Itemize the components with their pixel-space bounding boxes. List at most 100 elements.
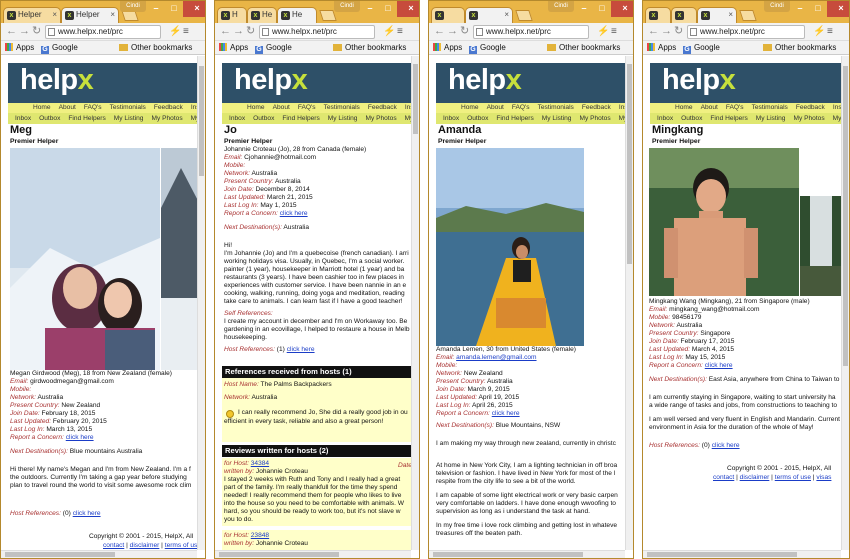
nav-inbox[interactable]: Inbox bbox=[443, 113, 459, 124]
nav-testimonials[interactable]: Testimonials bbox=[752, 103, 788, 113]
scrollbar-thumb[interactable] bbox=[413, 64, 418, 134]
nav-testimonials[interactable]: Testimonials bbox=[538, 103, 574, 113]
vertical-scrollbar[interactable] bbox=[411, 56, 419, 550]
user-badge[interactable]: Cindi bbox=[548, 1, 574, 12]
address-bar[interactable]: www.helpx.net/prc bbox=[687, 25, 805, 39]
close-window-icon[interactable]: × bbox=[611, 1, 633, 17]
nav-my-listing[interactable]: My Listing bbox=[542, 113, 572, 124]
nav-faqs[interactable]: FAQ's bbox=[512, 103, 530, 113]
user-badge[interactable]: Cindi bbox=[334, 1, 360, 12]
horizontal-scrollbar[interactable] bbox=[643, 550, 841, 558]
menu-icon[interactable]: ≡ bbox=[183, 26, 189, 38]
address-bar[interactable]: www.helpx.net/prc bbox=[473, 25, 589, 39]
helpx-logo[interactable]: helpx bbox=[662, 64, 736, 97]
browser-tab-active[interactable]: x × bbox=[697, 7, 737, 23]
back-icon[interactable]: ← bbox=[6, 25, 17, 38]
other-bookmarks[interactable]: Other bookmarks bbox=[333, 41, 406, 55]
apps-bookmark[interactable]: Apps bbox=[5, 41, 34, 55]
scrollbar-thumb[interactable] bbox=[199, 66, 204, 176]
nav-feedback[interactable]: Feedback bbox=[582, 103, 611, 113]
helpx-logo[interactable]: helpx bbox=[448, 64, 522, 97]
vertical-scrollbar[interactable] bbox=[841, 56, 849, 550]
extension-icon[interactable]: ⚡ bbox=[169, 26, 181, 38]
browser-tab[interactable]: x He bbox=[247, 7, 277, 23]
user-badge[interactable]: Cindi bbox=[764, 1, 790, 12]
horizontal-scrollbar[interactable] bbox=[215, 550, 411, 558]
browser-tab-active[interactable]: x × bbox=[465, 7, 513, 23]
nav-testimonials[interactable]: Testimonials bbox=[110, 103, 146, 113]
browser-tab[interactable]: x Helper × bbox=[3, 7, 61, 23]
browser-tab-active[interactable]: x Helper × bbox=[61, 7, 119, 23]
extension-icon[interactable]: ⚡ bbox=[383, 26, 395, 38]
profile-photo[interactable] bbox=[649, 148, 799, 296]
google-bookmark[interactable]: G Google bbox=[255, 41, 292, 55]
nav-inbox[interactable]: Inbox bbox=[15, 113, 31, 124]
new-tab-button[interactable] bbox=[319, 10, 337, 21]
reload-icon[interactable]: ↻ bbox=[32, 25, 41, 38]
scrollbar-thumb[interactable] bbox=[219, 552, 339, 557]
nav-home[interactable]: Home bbox=[461, 103, 479, 113]
nav-find-helpers[interactable]: Find Helpers bbox=[710, 113, 747, 124]
report-link[interactable]: click here bbox=[705, 362, 733, 369]
horizontal-scrollbar[interactable] bbox=[1, 550, 197, 558]
browser-tab[interactable]: x bbox=[431, 7, 465, 23]
nav-find-helpers[interactable]: Find Helpers bbox=[68, 113, 105, 124]
close-tab-icon[interactable]: × bbox=[110, 8, 115, 22]
minimize-icon[interactable]: – bbox=[361, 1, 379, 17]
scrollbar-thumb[interactable] bbox=[627, 64, 632, 264]
report-link[interactable]: click here bbox=[280, 210, 308, 217]
nav-my-listing[interactable]: My Listing bbox=[328, 113, 358, 124]
helpx-logo[interactable]: helpx bbox=[20, 64, 94, 97]
profile-photo[interactable] bbox=[436, 148, 584, 346]
apps-bookmark[interactable]: Apps bbox=[433, 41, 462, 55]
helpx-logo[interactable]: helpx bbox=[234, 64, 308, 97]
nav-about[interactable]: About bbox=[487, 103, 504, 113]
maximize-icon[interactable]: □ bbox=[165, 1, 183, 17]
back-icon[interactable]: ← bbox=[648, 25, 659, 38]
browser-tab[interactable]: xH bbox=[217, 7, 247, 23]
user-badge[interactable]: Cindi bbox=[120, 1, 146, 12]
nav-about[interactable]: About bbox=[701, 103, 718, 113]
nav-home[interactable]: Home bbox=[675, 103, 693, 113]
scrollbar-thumb[interactable] bbox=[433, 552, 583, 557]
back-icon[interactable]: ← bbox=[434, 25, 445, 38]
scrollbar-thumb[interactable] bbox=[647, 552, 797, 557]
scrollbar-thumb[interactable] bbox=[5, 552, 115, 557]
nav-faqs[interactable]: FAQ's bbox=[84, 103, 102, 113]
nav-my-photos[interactable]: My Photos bbox=[151, 113, 182, 124]
reload-icon[interactable]: ↻ bbox=[674, 25, 683, 38]
nav-outbox[interactable]: Outbox bbox=[253, 113, 274, 124]
extension-icon[interactable]: ⚡ bbox=[813, 26, 825, 38]
close-tab-icon[interactable]: × bbox=[52, 8, 57, 22]
close-window-icon[interactable]: × bbox=[827, 1, 849, 17]
report-link[interactable]: click here bbox=[66, 434, 94, 441]
other-bookmarks[interactable]: Other bookmarks bbox=[119, 41, 192, 55]
nav-faqs[interactable]: FAQ's bbox=[298, 103, 316, 113]
browser-tab[interactable]: x bbox=[671, 7, 697, 23]
close-tab-icon[interactable]: × bbox=[504, 8, 509, 22]
profile-photo[interactable] bbox=[10, 148, 160, 370]
new-tab-button[interactable] bbox=[515, 10, 533, 21]
nav-home[interactable]: Home bbox=[247, 103, 265, 113]
menu-icon[interactable]: ≡ bbox=[611, 26, 617, 38]
apps-bookmark[interactable]: Apps bbox=[647, 41, 676, 55]
forward-icon[interactable]: → bbox=[233, 25, 244, 38]
nav-feedback[interactable]: Feedback bbox=[368, 103, 397, 113]
report-link[interactable]: click here bbox=[492, 410, 520, 417]
nav-outbox[interactable]: Outbox bbox=[681, 113, 702, 124]
other-bookmarks[interactable]: Other bookmarks bbox=[547, 41, 620, 55]
google-bookmark[interactable]: G Google bbox=[41, 41, 78, 55]
google-bookmark[interactable]: G Google bbox=[469, 41, 506, 55]
nav-about[interactable]: About bbox=[59, 103, 76, 113]
other-bookmarks[interactable]: Other bookmarks bbox=[763, 41, 836, 55]
menu-icon[interactable]: ≡ bbox=[827, 26, 833, 38]
apps-bookmark[interactable]: Apps bbox=[219, 41, 248, 55]
minimize-icon[interactable]: – bbox=[575, 1, 593, 17]
back-icon[interactable]: ← bbox=[220, 25, 231, 38]
nav-my-photos[interactable]: My Photos bbox=[579, 113, 610, 124]
nav-my-photos[interactable]: My Photos bbox=[793, 113, 824, 124]
nav-inbox[interactable]: Inbox bbox=[657, 113, 673, 124]
maximize-icon[interactable]: □ bbox=[809, 1, 827, 17]
address-bar[interactable]: www.helpx.net/prc bbox=[45, 25, 161, 39]
nav-inbox[interactable]: Inbox bbox=[229, 113, 245, 124]
